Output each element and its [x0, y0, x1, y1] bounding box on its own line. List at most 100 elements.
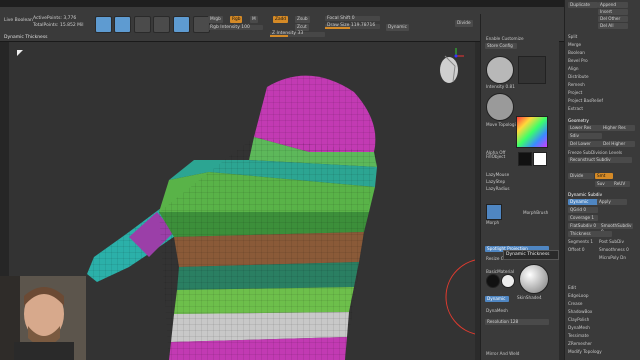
fill-object-label[interactable]: FillObject	[486, 154, 505, 159]
dynamesh-item[interactable]: DynaMesh	[568, 325, 590, 330]
tessimate-item[interactable]: Tessimate	[568, 333, 589, 338]
morph-icon[interactable]	[486, 204, 502, 220]
dynamic-subdiv-header[interactable]: Dynamic Subdiv	[568, 192, 602, 197]
smooth-subdiv-slider[interactable]: SmoothSubdiv 0	[599, 223, 633, 234]
dynamic-subdiv-toggle[interactable]: Dynamic	[568, 199, 598, 205]
reuv-toggle[interactable]: ReUV	[612, 181, 630, 187]
draw-mode-button[interactable]	[114, 16, 131, 33]
scale-mode-button[interactable]	[153, 16, 170, 33]
claypolish-item[interactable]: ClayPolish	[568, 317, 589, 322]
edgeloop-item[interactable]: EdgeLoop	[568, 293, 589, 298]
segments-slider[interactable]: Segments 1	[568, 239, 593, 244]
freeze-subdiv-item[interactable]: Freeze SubDivision Levels	[568, 150, 622, 155]
zcut-toggle[interactable]: Zcut	[295, 24, 309, 31]
z-intensity-label: Z Intensity 33	[272, 31, 304, 36]
coverage-slider[interactable]: Coverage 1	[568, 215, 598, 221]
z-intensity-slider[interactable]: Z Intensity 33	[270, 31, 325, 37]
focal-shift-label: Focal Shift 0	[327, 16, 355, 21]
primary-color-swatch[interactable]	[533, 152, 547, 166]
post-subdiv-toggle[interactable]: Post SubDiv	[599, 239, 624, 244]
live-boolean-button[interactable]: Live Boolean	[4, 18, 33, 23]
align-item[interactable]: Align	[568, 66, 579, 71]
apply-button[interactable]: Apply	[597, 199, 627, 205]
divide-button[interactable]: Divide	[455, 20, 473, 27]
smt-toggle[interactable]: Smt	[595, 173, 613, 179]
webcam-overlay	[0, 276, 86, 360]
micropoly-item[interactable]: MicroPoly Dn	[599, 255, 626, 260]
distribute-item[interactable]: Distribute	[568, 74, 589, 79]
reconstruct-subdiv-button[interactable]: Reconstruct Subdiv	[568, 157, 632, 163]
brush-intensity-label: Intensity 0.81	[486, 84, 515, 89]
zsub-toggle[interactable]: Zsub	[295, 16, 310, 23]
rotate-mode-button[interactable]	[173, 16, 190, 33]
duplicate-button[interactable]: Duplicate	[568, 2, 598, 8]
project-item[interactable]: Project	[568, 90, 582, 95]
lazy-radius-label[interactable]: LazyRadius	[486, 186, 510, 191]
dynamic-button[interactable]: Dynamic	[485, 296, 509, 302]
enable-customize-label[interactable]: Enable Customize	[486, 36, 524, 41]
del-other-button[interactable]: Del Other	[598, 16, 628, 22]
material-swatch-light[interactable]	[501, 274, 515, 288]
active-points-readout: ActivePoints: 3,776	[33, 16, 77, 21]
draw-size-label: Draw Size 119.78716	[327, 23, 376, 28]
sdiv-slider[interactable]: Sdiv	[568, 133, 602, 139]
zadd-toggle[interactable]: Zadd	[273, 16, 289, 23]
edit-mode-button[interactable]	[95, 16, 112, 33]
insert-button[interactable]: Insert	[598, 9, 628, 15]
lazy-step-label[interactable]: LazyStep	[486, 179, 505, 184]
rgb-toggle[interactable]: Rgb	[230, 16, 243, 23]
resolution-slider[interactable]: Resolution 128	[485, 319, 549, 325]
split-item[interactable]: Split	[568, 34, 577, 39]
qgrid-slider[interactable]: QGrid 0	[568, 207, 598, 213]
presenter-photo	[0, 276, 86, 360]
thickness-slider[interactable]: Thickness	[568, 231, 612, 237]
material-swatch-dark[interactable]	[486, 274, 500, 288]
zremesher-item[interactable]: ZRemesher	[568, 341, 592, 346]
mirror-weld-label[interactable]: Mirror And Weld	[486, 351, 519, 356]
menu-bar: Alpha Brush Color Document Draw Dynamics…	[0, 0, 640, 36]
merge-item[interactable]: Merge	[568, 42, 581, 47]
crease-item[interactable]: Crease	[568, 301, 582, 306]
suv-toggle[interactable]: Suv	[595, 181, 613, 187]
smoothness-slider[interactable]: Smoothness 0	[599, 247, 629, 252]
divide-tool-button[interactable]: Divide	[568, 173, 594, 179]
geometry-header[interactable]: Geometry	[568, 118, 589, 123]
brush-preview-icon[interactable]	[486, 56, 514, 84]
boolean-item[interactable]: Boolean	[568, 50, 585, 55]
brush-tooltip: Dynamic Thickness	[503, 250, 559, 260]
rgb-intensity-slider[interactable]: Rgb Intensity 100	[208, 25, 263, 30]
edit-item[interactable]: Edit	[568, 285, 576, 290]
del-lower-button[interactable]: Del Lower	[568, 141, 602, 147]
bevel-pro-item[interactable]: Bevel Pro	[568, 58, 588, 63]
color-picker-icon[interactable]	[516, 116, 548, 148]
shadowbox-item[interactable]: ShadowBox	[568, 309, 592, 314]
del-all-button[interactable]: Del All	[598, 23, 628, 29]
store-config-button[interactable]: Store Config	[485, 43, 517, 49]
move-topological-icon[interactable]	[486, 93, 514, 121]
extract-item[interactable]: Extract	[568, 106, 583, 111]
lower-res-button[interactable]: Lower Res	[568, 125, 602, 131]
brush-palette: Enable Customize Store Config Intensity …	[480, 14, 559, 360]
lazy-mouse-label[interactable]: LazyMouse	[486, 172, 509, 177]
draw-size-slider[interactable]: Draw Size 119.78716	[325, 23, 380, 29]
mrgb-toggle[interactable]: Mrgb	[208, 16, 223, 23]
secondary-color-swatch[interactable]	[518, 152, 532, 166]
project-basrelief-item[interactable]: Project BasRelief	[568, 98, 603, 103]
dynamesh-label[interactable]: DynaMesh	[486, 308, 508, 313]
offset-slider[interactable]: Offset 0	[568, 247, 585, 252]
flat-subdiv-slider[interactable]: FlatSubdiv 0	[568, 223, 600, 229]
del-higher-button[interactable]: Del Higher	[601, 141, 635, 147]
dynamic-size-toggle[interactable]: Dynamic	[386, 24, 409, 31]
modify-topology-item[interactable]: Modify Topology	[568, 349, 602, 354]
append-button[interactable]: Append	[598, 2, 628, 8]
stroke-preview-icon[interactable]	[518, 56, 546, 84]
morph-brush-label[interactable]: MorphBrush	[523, 210, 548, 215]
morph-label: Morph	[486, 220, 500, 225]
remesh-item[interactable]: Remesh	[568, 82, 585, 87]
higher-res-button[interactable]: Higher Res	[601, 125, 635, 131]
move-mode-button[interactable]	[134, 16, 151, 33]
focal-shift-slider[interactable]: Focal Shift 0	[325, 16, 380, 21]
skin-shade-label: SkinShade4	[517, 295, 542, 300]
m-toggle[interactable]: M	[250, 16, 258, 23]
skin-shade-material-icon[interactable]	[519, 264, 549, 294]
